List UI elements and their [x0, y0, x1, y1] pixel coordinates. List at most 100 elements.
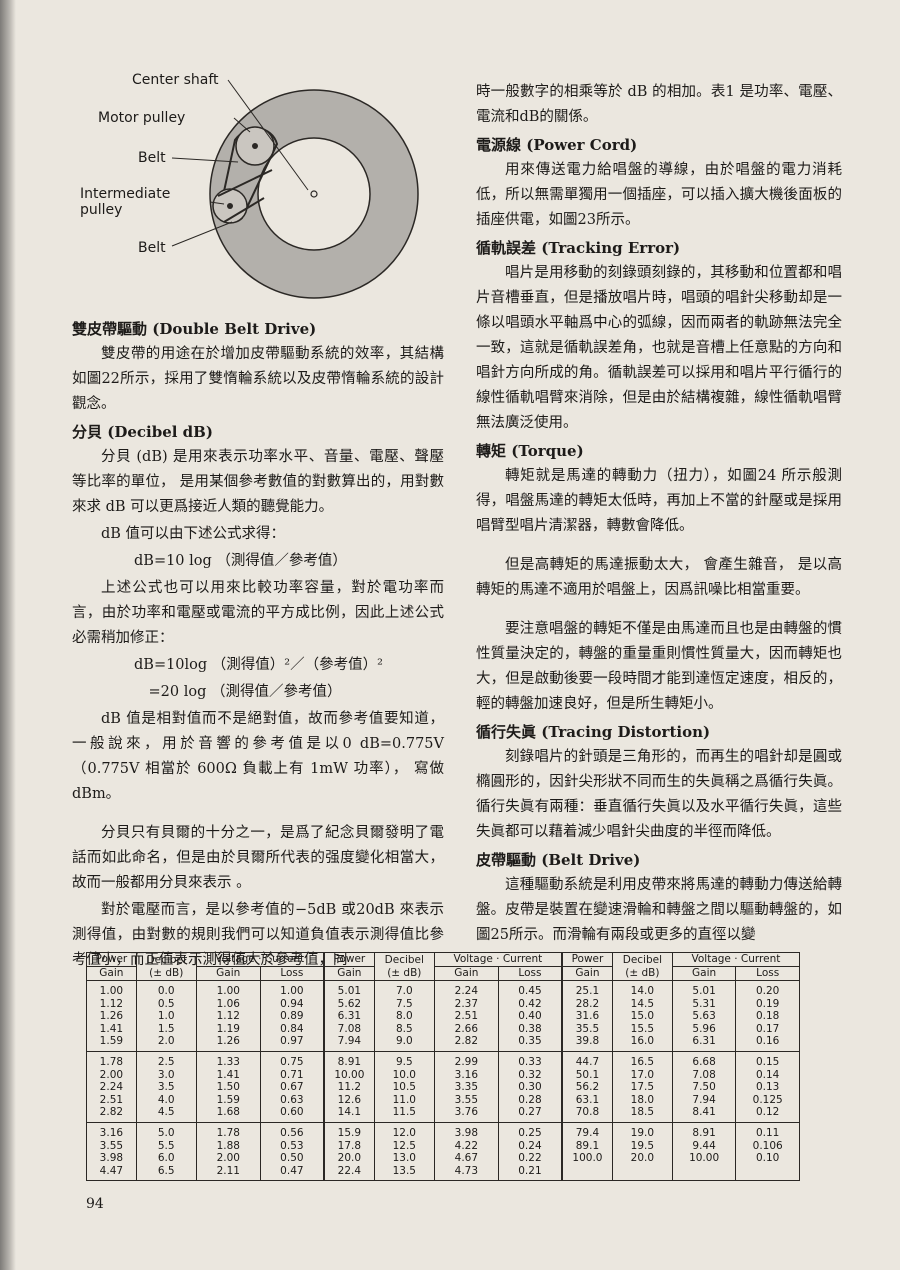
table-cell-loss: 0.33 0.32 0.30 0.28 0.27: [497, 1050, 563, 1123]
table-row: 1.78 2.00 2.24 2.51 2.82 2.5 3.0 3.5 4.0 …: [86, 1050, 800, 1123]
formula-line: dB=10log （測得值）²／（參考值）²: [134, 657, 383, 673]
right-text-column: 時一般數字的相乘等於 dB 的相加。表1 是功率、電壓、電流和dB的關係。電源線…: [476, 80, 842, 950]
body-paragraph: 唱片是用移動的刻錄頭刻錄的，其移動和位置都和唱片音槽垂直，但是播放唱片時，唱頭的…: [476, 265, 842, 431]
body-paragraph: 雙皮帶的用途在於增加皮帶驅動系統的效率，其結構如圖22所示，採用了雙惰輪系統以及…: [72, 346, 444, 412]
table-row: 1.00 1.12 1.26 1.41 1.59 0.0 0.5 1.0 1.5 …: [86, 980, 800, 1052]
decibel-conversion-table: Power Decibel (± dB) Voltage · Current Power…: [86, 952, 801, 1182]
table-cell-loss: 0.25 0.24 0.22 0.21: [497, 1121, 563, 1182]
table-cell-decibel: 7.0 7.5 8.0 8.5 9.0: [373, 980, 435, 1052]
table-row: 3.16 3.55 3.98 4.47 5.0 5.5 6.0 6.5 1.78 1…: [86, 1121, 800, 1182]
table-cell-gain: 1.33 1.41 1.50 1.59 1.68: [195, 1050, 261, 1123]
header-power: Power: [86, 952, 137, 967]
section-heading: 轉矩 (Torque): [476, 442, 584, 460]
table-cell-decibel: 19.0 19.5 20.0: [611, 1121, 673, 1182]
table-cell-power: 25.1 28.2 31.6 35.5 39.8: [561, 980, 613, 1052]
body-paragraph: 轉矩就是馬達的轉動力（扭力），如圖24 所示般測得，唱盤馬達的轉矩太低時，再加上…: [476, 468, 842, 534]
body-paragraph: dB 值可以由下述公式求得：: [101, 526, 286, 542]
header-decibel: Decibel (± dB): [611, 952, 673, 981]
left-text-column: 雙皮帶驅動 (Double Belt Drive) 雙皮帶的用途在於增加皮帶驅動系…: [72, 316, 444, 975]
table-cell-decibel: 0.0 0.5 1.0 1.5 2.0: [135, 980, 197, 1052]
table-body: 1.00 1.12 1.26 1.41 1.59 0.0 0.5 1.0 1.5 …: [86, 980, 800, 1182]
header-decibel-unit: (± dB): [625, 966, 660, 979]
table-head: Power Decibel (± dB) Voltage · Current Power…: [86, 952, 801, 981]
header-decibel-label: Decibel: [384, 953, 424, 966]
table-cell-loss: 0.45 0.42 0.40 0.38 0.35: [497, 980, 563, 1052]
motor-pulley-axle: [252, 143, 258, 149]
body-paragraph: 刻錄唱片的針頭是三角形的，而再生的唱針却是圓或橢圓形的，因針尖形狀不同而生的失眞…: [476, 749, 842, 840]
body-paragraph: 用來傳送電力給唱盤的導線，由於唱盤的電力消耗低，所以無需單獨用一個插座，可以插入…: [476, 162, 842, 228]
table-cell-gain: 3.98 4.22 4.67 4.73: [433, 1121, 499, 1182]
header-vc-loss: Loss: [497, 966, 563, 981]
intermediate-pulley-axle: [227, 203, 233, 209]
formula-line: =20 log （測得值／參考值）: [134, 684, 342, 700]
section-heading: 雙皮帶驅動 (Double Belt Drive): [72, 320, 317, 338]
section-heading: 循軌誤差 (Tracking Error): [476, 239, 681, 257]
table-cell-power: 8.91 10.00 11.2 12.6 14.1: [323, 1050, 375, 1123]
header-vc-loss: Loss: [735, 966, 800, 981]
label-belt-bottom: Belt: [138, 240, 166, 256]
header-power-gain: Gain: [86, 966, 137, 981]
header-power-gain: Gain: [561, 966, 613, 981]
body-paragraph: 這種驅動系統是利用皮帶來將馬達的轉動力傳送給轉盤。皮帶是裝置在變速滑輪和轉盤之間…: [476, 877, 842, 943]
header-decibel-label: Decibel: [146, 953, 186, 966]
table-cell-decibel: 16.5 17.0 17.5 18.0 18.5: [611, 1050, 673, 1123]
table-cell-power: 44.7 50.1 56.2 63.1 70.8: [561, 1050, 613, 1123]
table-cell-gain: 2.99 3.16 3.35 3.55 3.76: [433, 1050, 499, 1123]
section-heading: 電源線 (Power Cord): [476, 136, 638, 154]
label-center-shaft: Center shaft: [132, 72, 219, 88]
table-cell-power: 15.9 17.8 20.0 22.4: [323, 1121, 375, 1182]
header-vc-gain: Gain: [671, 966, 737, 981]
table-cell-gain: 5.01 5.31 5.63 5.96 6.31: [671, 980, 737, 1052]
table-cell-gain: 6.68 7.08 7.50 7.94 8.41: [671, 1050, 737, 1123]
header-row-top: Power Decibel (± dB) Voltage · Current Power…: [86, 952, 801, 981]
body-paragraph: 但是高轉矩的馬達振動太大， 會產生雜音， 是以高轉矩的馬達不適用於唱盤上，因爲訊…: [476, 557, 842, 598]
table-cell-decibel: 9.5 10.0 10.5 11.0 11.5: [373, 1050, 435, 1123]
table-cell-loss: 0.56 0.53 0.50 0.47: [259, 1121, 325, 1182]
table-cell-loss: 0.11 0.106 0.10: [735, 1121, 800, 1182]
table-cell-loss: 0.20 0.19 0.18 0.17 0.16: [735, 980, 800, 1052]
table-cell-decibel: 12.0 12.5 13.0 13.5: [373, 1121, 435, 1182]
table-cell-power: 1.00 1.12 1.26 1.41 1.59: [86, 980, 137, 1052]
body-paragraph: 分貝 (dB) 是用來表示功率水平、音量、電壓、聲壓等比率的單位， 是用某個參考…: [72, 449, 444, 515]
table-cell-power: 79.4 89.1 100.0: [561, 1121, 613, 1182]
body-paragraph: 分貝只有貝爾的十分之一，是爲了紀念貝爾發明了電話而如此命名，但是由於貝爾所代表的…: [72, 825, 444, 891]
double-belt-drive-figure: Center shaft Motor pulley Belt Intermedi…: [80, 72, 419, 299]
label-intermediate-line2: pulley: [80, 202, 122, 218]
header-power: Power: [323, 952, 375, 967]
body-paragraph: 要注意唱盤的轉矩不僅是由馬達而且也是由轉盤的慣性質量決定的，轉盤的重量重則慣性質…: [476, 621, 842, 712]
body-paragraph: dB 值是相對值而不是絕對值，故而參考值要知道，一般說來，用於音響的參考值是以0…: [72, 711, 444, 802]
header-vc-gain: Gain: [195, 966, 261, 981]
header-decibel-unit: (± dB): [149, 966, 184, 979]
header-power: Power: [561, 952, 613, 967]
header-voltage-current: Voltage · Current: [195, 952, 325, 967]
table-cell-decibel: 14.0 14.5 15.0 15.5 16.0: [611, 980, 673, 1052]
section-heading: 循行失眞 (Tracing Distortion): [476, 723, 711, 741]
section-heading: 分貝 (Decibel dB): [72, 423, 213, 441]
body-paragraph: 時一般數字的相乘等於 dB 的相加。表1 是功率、電壓、電流和dB的關係。: [476, 84, 842, 125]
page-number: 94: [86, 1196, 104, 1212]
header-vc-loss: Loss: [259, 966, 325, 981]
table-cell-gain: 8.91 9.44 10.00: [671, 1121, 737, 1182]
section-heading: 皮帶驅動 (Belt Drive): [476, 851, 641, 869]
table-cell-loss: 1.00 0.94 0.89 0.84 0.97: [259, 980, 325, 1052]
label-belt-top: Belt: [138, 150, 166, 166]
table-cell-loss: 0.15 0.14 0.13 0.125 0.12: [735, 1050, 800, 1123]
table-cell-power: 5.01 5.62 6.31 7.08 7.94: [323, 980, 375, 1052]
db-table: Power Decibel (± dB) Voltage · Current Power…: [86, 952, 801, 1182]
header-vc-gain: Gain: [433, 966, 499, 981]
header-voltage-current: Voltage · Current: [671, 952, 801, 967]
table-cell-gain: 1.00 1.06 1.12 1.19 1.26: [195, 980, 261, 1052]
header-power-gain: Gain: [323, 966, 375, 981]
label-intermediate-line1: Intermediate: [80, 186, 170, 202]
table-cell-power: 1.78 2.00 2.24 2.51 2.82: [86, 1050, 137, 1123]
book-spine-shadow: [0, 0, 16, 1270]
double-belt-drive-diagram: Center shaft Motor pulley Belt Intermedi…: [72, 66, 432, 306]
formula-line: dB=10 log （測得值／參考值）: [134, 553, 347, 569]
header-decibel: Decibel (± dB): [373, 952, 435, 981]
table-cell-decibel: 2.5 3.0 3.5 4.0 4.5: [135, 1050, 197, 1123]
center-shaft-dot: [310, 190, 318, 198]
label-motor-pulley: Motor pulley: [98, 110, 185, 126]
header-voltage-current: Voltage · Current: [433, 952, 563, 967]
table-cell-gain: 1.78 1.88 2.00 2.11: [195, 1121, 261, 1182]
table-cell-gain: 2.24 2.37 2.51 2.66 2.82: [433, 980, 499, 1052]
